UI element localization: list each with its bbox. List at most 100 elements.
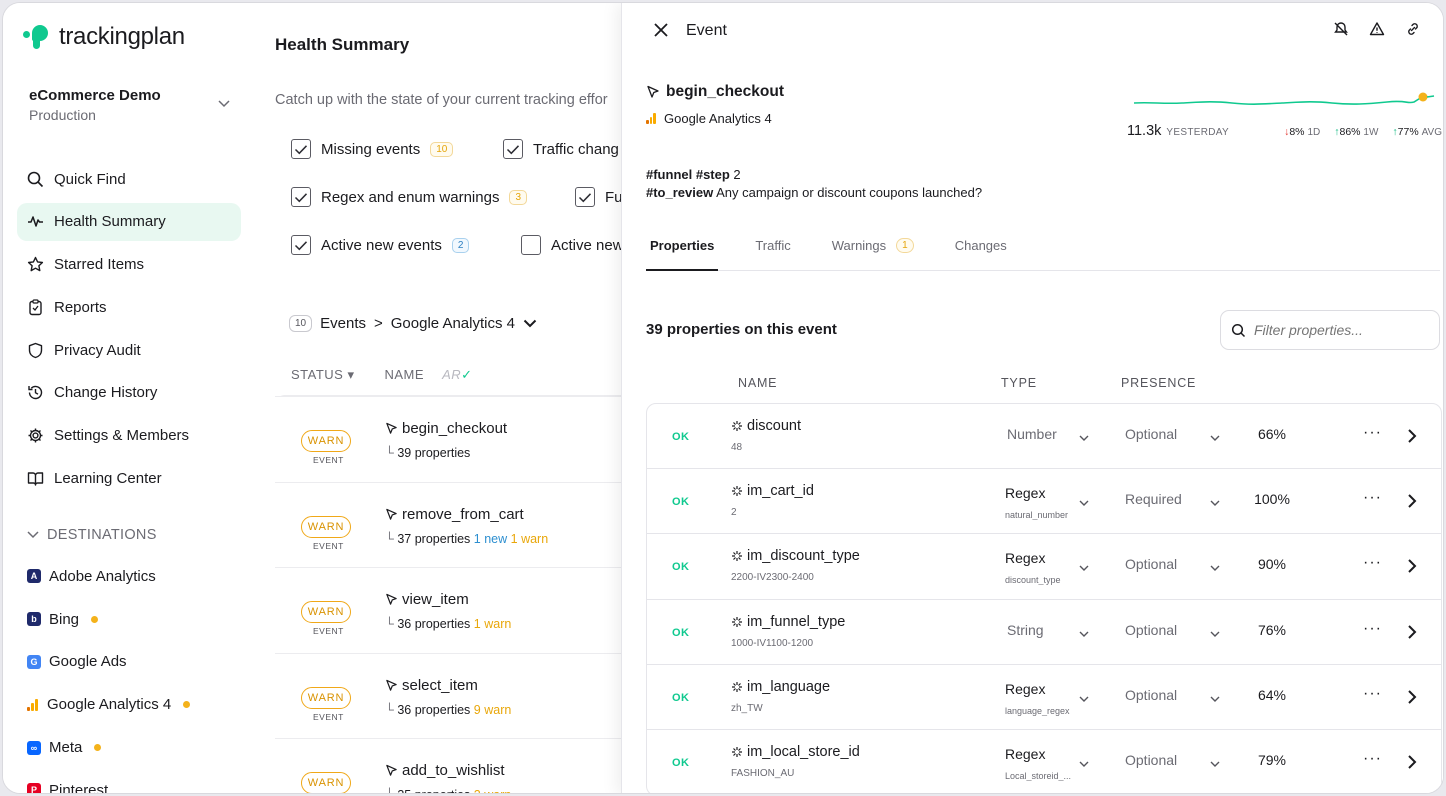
event-row[interactable]: WARN EVENT remove_from_cart └ 37 properties… [275,481,635,568]
tree-branch-icon: └ [385,446,398,460]
destination-item-google-ads[interactable]: G Google Ads [27,641,237,684]
workspace-selector[interactable]: eCommerce Demo Production [29,87,234,123]
sidebar-item-privacy-audit[interactable]: Privacy Audit [17,331,241,369]
property-presence[interactable]: Optional [1125,622,1177,638]
property-presence[interactable]: Optional [1125,687,1177,703]
name-column-header[interactable]: NAME [738,376,777,390]
more-options-icon[interactable]: ··· [1363,424,1382,442]
tab-traffic[interactable]: Traffic [751,229,794,271]
chevron-down-icon[interactable] [1210,625,1220,637]
filter-checkbox-active-new-events[interactable]: Active new events 2 [291,235,470,255]
chevron-down-icon[interactable] [1210,690,1220,702]
link-icon[interactable] [1405,21,1423,39]
chevron-right-icon[interactable] [1407,689,1421,705]
status-column-header[interactable]: STATUS ▾ [291,367,355,383]
property-presence[interactable]: Optional [1125,752,1177,768]
filter-checkbox-missing-events[interactable]: Missing events 10 [291,139,454,159]
filter-checkbox-regex-and-enum-warnings[interactable]: Regex and enum warnings 3 [291,187,528,207]
filter-checkbox-traffic-chang[interactable]: Traffic chang [503,139,619,159]
tab-properties[interactable]: Properties [646,229,719,271]
name-column-header[interactable]: NAME [385,367,425,383]
table-row[interactable]: OK im_cart_id 2 Regex natural_number Required… [647,469,1441,535]
presence-column-header[interactable]: PRESENCE [1121,376,1196,390]
type-column-header[interactable]: TYPE [1001,376,1037,390]
events-selector[interactable]: 10 Events > Google Analytics 4 [289,315,537,332]
filter-properties[interactable] [1220,310,1440,350]
checkbox[interactable] [503,139,523,159]
sidebar-item-starred-items[interactable]: Starred Items [17,246,241,284]
table-row[interactable]: OK im_language zh_TW Regex language_regex Opt… [647,665,1441,730]
property-icon [732,681,742,692]
chevron-down-icon[interactable] [1079,690,1089,702]
tab-warnings[interactable]: Warnings 1 [828,229,918,271]
property-presence[interactable]: Required [1125,491,1182,507]
tag-funnel-step[interactable]: #funnel #step [646,167,730,182]
checkbox[interactable] [575,187,595,207]
more-options-icon[interactable]: ··· [1363,750,1382,768]
chevron-down-icon[interactable] [1079,494,1089,507]
property-type[interactable]: String [1007,622,1044,638]
sidebar-item-learning-center[interactable]: Learning Center [17,460,241,498]
chevron-down-icon[interactable] [1210,755,1220,767]
chevron-right-icon[interactable] [1407,428,1421,444]
sidebar-item-change-history[interactable]: Change History [17,374,241,412]
filter-checkbox-active-new[interactable]: Active new [521,235,624,255]
more-options-icon[interactable]: ··· [1363,685,1382,703]
event-row[interactable]: WARNEVENTadd_to_wishlist└ 35 properties … [275,738,635,793]
filter-checkbox-fu[interactable]: Fu [575,187,623,207]
checkbox[interactable] [291,187,311,207]
chevron-down-icon[interactable] [1210,494,1220,507]
chevron-right-icon[interactable] [1407,493,1421,509]
chevron-down-icon[interactable] [1079,429,1089,441]
destination-item-pinterest[interactable]: P Pinterest [27,769,237,793]
table-row[interactable]: OK im_local_store_id FASHION_AU Regex Local_… [647,730,1441,793]
checkbox[interactable] [291,139,311,159]
event-row[interactable]: WARN EVENT view_item └ 36 properties 1 warn [275,567,635,653]
chevron-right-icon[interactable] [1407,754,1421,770]
destination-item-google-analytics-4[interactable]: Google Analytics 4 [27,683,237,726]
sidebar-item-settings-members[interactable]: Settings & Members [17,417,241,455]
property-type[interactable]: Regex [1005,485,1045,501]
app-window: trackingplan eCommerce Demo Production Q… [2,2,1444,794]
event-properties-summary: └ 36 properties 1 warn [385,617,512,631]
property-type[interactable]: Regex [1005,681,1045,697]
checkbox[interactable] [291,235,311,255]
filter-properties-input[interactable] [1254,322,1424,338]
property-type[interactable]: Number [1007,426,1057,442]
chevron-down-icon[interactable] [1079,559,1089,572]
chevron-right-icon[interactable] [1407,558,1421,574]
chevron-down-icon[interactable] [1210,559,1220,572]
mute-icon[interactable] [1333,21,1351,39]
table-row[interactable]: OK im_funnel_type 1000-IV1100-1200 String Op… [647,600,1441,665]
more-options-icon[interactable]: ··· [1363,620,1382,638]
chevron-down-icon[interactable] [1079,755,1089,767]
tag-to-review[interactable]: #to_review [646,185,713,200]
event-row[interactable]: WARN EVENT select_item └ 36 properties 9 wa… [275,652,635,739]
sidebar-item-health-summary[interactable]: Health Summary [17,202,241,241]
chevron-down-icon[interactable] [1210,429,1220,441]
property-presence[interactable]: Optional [1125,556,1177,572]
sidebar-item-reports[interactable]: Reports [17,288,241,326]
sidebar-item-quick-find[interactable]: Quick Find [17,160,241,198]
table-row[interactable]: OK im_discount_type 2200-IV2300-2400 Regex d… [647,534,1441,600]
check-icon [294,144,308,154]
destinations-header[interactable]: DESTINATIONS [27,527,157,543]
more-options-icon[interactable]: ··· [1363,489,1382,507]
table-row[interactable]: OK discount 48 Number Optional 66% ··· [647,404,1441,470]
property-presence[interactable]: Optional [1125,426,1177,442]
destination-item-meta[interactable]: ∞ Meta [27,726,237,769]
warning-icon[interactable] [1369,21,1387,39]
more-options-icon[interactable]: ··· [1363,554,1382,572]
chevron-right-icon[interactable] [1407,624,1421,640]
tab-changes[interactable]: Changes [951,229,1011,271]
chevron-down-icon[interactable] [1079,625,1089,637]
close-icon[interactable] [652,21,672,41]
checkbox[interactable] [521,235,541,255]
event-row[interactable]: WARN EVENT begin_checkout └ 39 properties [275,396,635,482]
destination-item-adobe-analytics[interactable]: A Adobe Analytics [27,555,237,598]
destination-item-bing[interactable]: b Bing [27,598,237,641]
logo[interactable]: trackingplan [23,23,185,51]
property-type[interactable]: Regex [1005,746,1045,762]
property-type[interactable]: Regex [1005,550,1045,566]
count-badge: 10 [430,141,454,157]
